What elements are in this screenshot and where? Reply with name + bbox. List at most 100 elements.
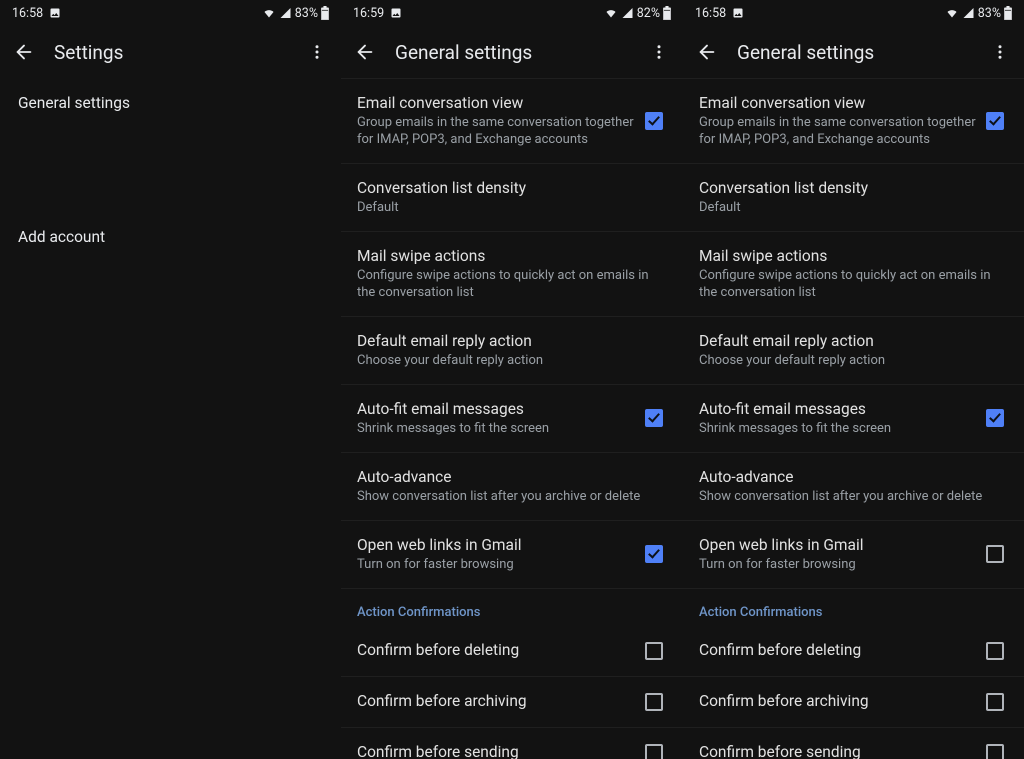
open-web-links-row[interactable]: Open web links in Gmail Turn on for fast… xyxy=(683,521,1024,589)
app-bar: Settings xyxy=(0,26,341,78)
signal-icon xyxy=(962,7,975,19)
setting-sub: Turn on for faster browsing xyxy=(357,557,637,574)
status-time: 16:59 xyxy=(353,6,384,21)
confirm-before-deleting-row[interactable]: Confirm before deleting xyxy=(683,626,1024,677)
status-bar: 16:58 83% xyxy=(683,0,1024,26)
back-button[interactable] xyxy=(695,40,719,64)
overflow-menu-button[interactable] xyxy=(647,40,671,64)
setting-title: Open web links in Gmail xyxy=(699,535,978,555)
page-title: General settings xyxy=(395,41,629,64)
battery-icon xyxy=(321,6,329,20)
page-title: Settings xyxy=(54,41,287,64)
setting-sub: Shrink messages to fit the screen xyxy=(357,421,637,438)
overflow-menu-button[interactable] xyxy=(988,40,1012,64)
setting-sub: Group emails in the same conversation to… xyxy=(699,115,978,149)
setting-title: Default email reply action xyxy=(357,331,669,351)
default-reply-action-row[interactable]: Default email reply action Choose your d… xyxy=(341,317,683,385)
setting-title: Email conversation view xyxy=(357,93,637,113)
app-bar: General settings xyxy=(341,26,683,78)
confirm-before-sending-row[interactable]: Confirm before sending xyxy=(683,728,1024,759)
setting-sub: Configure swipe actions to quickly act o… xyxy=(699,268,1010,302)
auto-fit-messages-row[interactable]: Auto-fit email messages Shrink messages … xyxy=(341,385,683,453)
setting-sub: Default xyxy=(357,200,669,217)
email-conversation-view-row[interactable]: Email conversation view Group emails in … xyxy=(683,78,1024,164)
back-button[interactable] xyxy=(353,40,377,64)
status-battery-pct: 83% xyxy=(295,6,318,21)
email-conversation-checkbox[interactable] xyxy=(645,112,663,130)
setting-title: Email conversation view xyxy=(699,93,978,113)
auto-advance-row[interactable]: Auto-advance Show conversation list afte… xyxy=(341,453,683,521)
setting-title: Confirm before archiving xyxy=(699,691,978,711)
setting-sub: Group emails in the same conversation to… xyxy=(357,115,637,149)
default-reply-action-row[interactable]: Default email reply action Choose your d… xyxy=(683,317,1024,385)
setting-title: Confirm before deleting xyxy=(699,640,978,660)
confirm-send-checkbox[interactable] xyxy=(986,744,1004,759)
status-bar: 16:58 83% xyxy=(0,0,341,26)
confirm-before-archiving-row[interactable]: Confirm before archiving xyxy=(683,677,1024,728)
setting-title: Conversation list density xyxy=(357,178,669,198)
status-time: 16:58 xyxy=(695,6,726,21)
email-conversation-view-row[interactable]: Email conversation view Group emails in … xyxy=(341,78,683,164)
setting-title: Auto-fit email messages xyxy=(357,399,637,419)
overflow-menu-button[interactable] xyxy=(305,40,329,64)
setting-title: Conversation list density xyxy=(699,178,1010,198)
setting-title: Auto-fit email messages xyxy=(699,399,978,419)
page-title: General settings xyxy=(737,41,970,64)
confirm-archive-checkbox[interactable] xyxy=(986,693,1004,711)
picture-icon xyxy=(49,7,61,19)
open-web-links-checkbox[interactable] xyxy=(645,545,663,563)
email-conversation-checkbox[interactable] xyxy=(986,112,1004,130)
confirm-before-deleting-row[interactable]: Confirm before deleting xyxy=(341,626,683,677)
setting-title: Mail swipe actions xyxy=(357,246,669,266)
confirm-before-archiving-row[interactable]: Confirm before archiving xyxy=(341,677,683,728)
auto-fit-checkbox[interactable] xyxy=(645,409,663,427)
action-confirmations-header: Action Confirmations xyxy=(341,589,683,626)
back-button[interactable] xyxy=(12,40,36,64)
picture-icon xyxy=(390,7,402,19)
setting-title: Auto-advance xyxy=(357,467,669,487)
open-web-links-row[interactable]: Open web links in Gmail Turn on for fast… xyxy=(341,521,683,589)
setting-sub: Configure swipe actions to quickly act o… xyxy=(357,268,669,302)
mail-swipe-actions-row[interactable]: Mail swipe actions Configure swipe actio… xyxy=(341,232,683,317)
signal-icon xyxy=(621,7,634,19)
setting-title: Confirm before archiving xyxy=(357,691,637,711)
status-battery-pct: 82% xyxy=(637,6,660,21)
auto-advance-row[interactable]: Auto-advance Show conversation list afte… xyxy=(683,453,1024,521)
action-confirmations-header: Action Confirmations xyxy=(683,589,1024,626)
battery-icon xyxy=(1004,6,1012,20)
general-settings-label: General settings xyxy=(18,94,130,112)
status-bar: 16:59 82% xyxy=(341,0,683,26)
setting-title: Confirm before sending xyxy=(357,742,637,759)
setting-sub: Show conversation list after you archive… xyxy=(357,489,669,506)
setting-title: Auto-advance xyxy=(699,467,1010,487)
auto-fit-checkbox[interactable] xyxy=(986,409,1004,427)
confirm-delete-checkbox[interactable] xyxy=(986,642,1004,660)
conversation-list-density-row[interactable]: Conversation list density Default xyxy=(683,164,1024,232)
confirm-archive-checkbox[interactable] xyxy=(645,693,663,711)
setting-title: Confirm before sending xyxy=(699,742,978,759)
app-bar: General settings xyxy=(683,26,1024,78)
open-web-links-checkbox[interactable] xyxy=(986,545,1004,563)
setting-title: Open web links in Gmail xyxy=(357,535,637,555)
setting-title: Default email reply action xyxy=(699,331,1010,351)
wifi-icon xyxy=(945,7,959,19)
status-battery-pct: 83% xyxy=(978,6,1001,21)
wifi-icon xyxy=(262,7,276,19)
battery-icon xyxy=(663,6,671,20)
setting-sub: Show conversation list after you archive… xyxy=(699,489,1010,506)
mail-swipe-actions-row[interactable]: Mail swipe actions Configure swipe actio… xyxy=(683,232,1024,317)
add-account-label: Add account xyxy=(18,228,105,246)
conversation-list-density-row[interactable]: Conversation list density Default xyxy=(341,164,683,232)
setting-sub: Choose your default reply action xyxy=(699,353,1010,370)
confirm-delete-checkbox[interactable] xyxy=(645,642,663,660)
setting-title: Confirm before deleting xyxy=(357,640,637,660)
confirm-before-sending-row[interactable]: Confirm before sending xyxy=(341,728,683,759)
wifi-icon xyxy=(604,7,618,19)
add-account-row[interactable]: Add account xyxy=(0,212,341,262)
picture-icon xyxy=(732,7,744,19)
general-settings-row[interactable]: General settings xyxy=(0,78,341,128)
auto-fit-messages-row[interactable]: Auto-fit email messages Shrink messages … xyxy=(683,385,1024,453)
confirm-send-checkbox[interactable] xyxy=(645,744,663,759)
setting-sub: Default xyxy=(699,200,1010,217)
setting-sub: Choose your default reply action xyxy=(357,353,669,370)
